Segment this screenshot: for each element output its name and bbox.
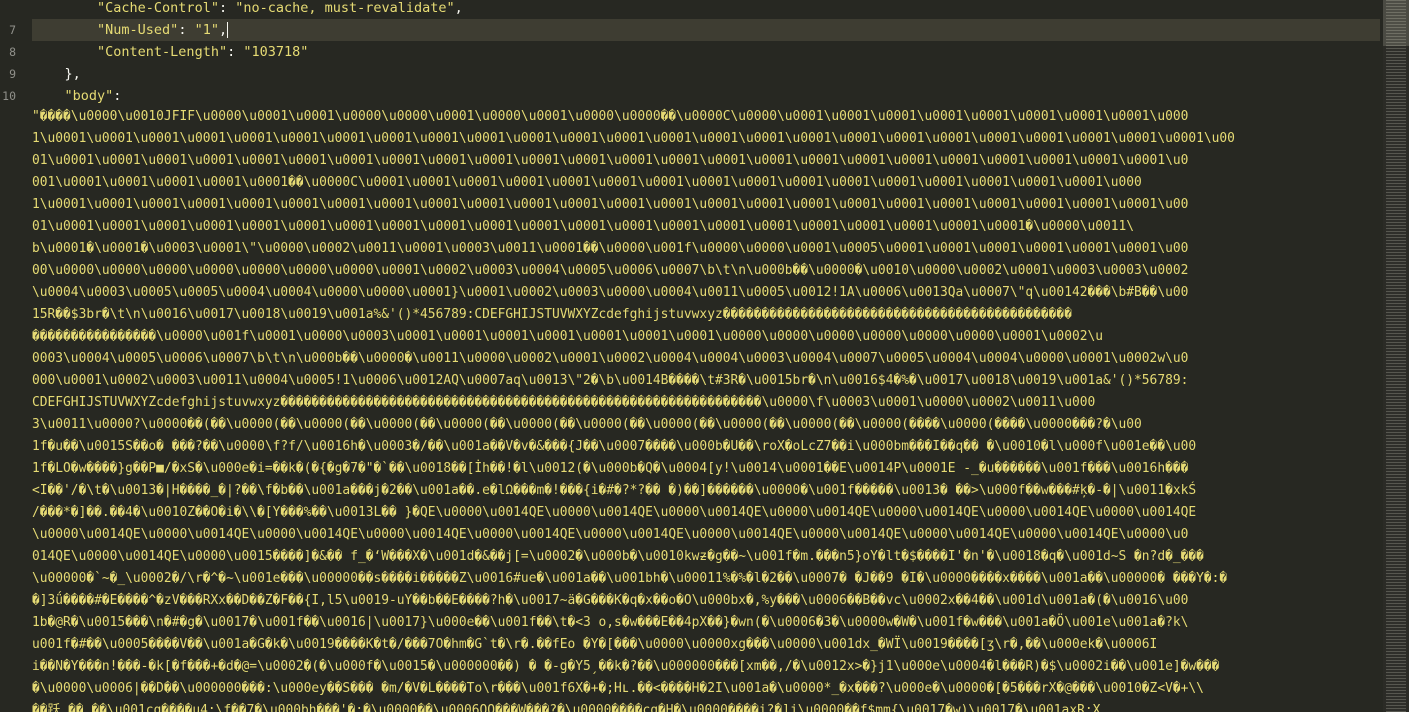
minimap[interactable] — [1383, 0, 1409, 712]
json-key: "body" — [64, 88, 114, 104]
body-wrapped-line: 01\u0001\u0001\u0001\u0001\u0001\u0001\u… — [32, 219, 1135, 234]
body-wrapped-line: 1f�LO�w����}g��P■/�xS�\u000e�i=��k�(�{�g… — [32, 461, 1189, 476]
body-wrapped-line: 3\u0011\u0000?\u0000��(��\u0000(��\u0000… — [32, 417, 1142, 432]
body-wrapped-line: 001\u0001\u0001\u0001\u0001\u0001��\u000… — [32, 175, 1142, 190]
body-wrapped-line: CDEFGHIJSTUVWXYZcdefghijstuvwxyz��������… — [32, 395, 1096, 410]
code-line-content-length: "Content-Length": "103718" — [97, 44, 309, 60]
line-number: 8 — [9, 45, 16, 59]
json-value: "1" — [194, 22, 219, 38]
body-wrapped-line: "����\u0000\u0010JFIF\u0000\u0001\u0001\… — [32, 109, 1189, 124]
code-area[interactable]: "Cache-Control": "no-cache, must-revalid… — [32, 0, 1380, 712]
body-wrapped-line: 1b�@R�\u0015���\n�#�g�\u0017�\u001f��\u0… — [32, 615, 1189, 630]
line-number: 10 — [2, 89, 16, 103]
body-wrapped-line: 000\u0001\u0002\u0003\u0011\u0004\u0005!… — [32, 373, 1189, 388]
body-wrapped-line: 1\u0001\u0001\u0001\u0001\u0001\u0001\u0… — [32, 197, 1189, 212]
body-wrapped-line: 014QE\u0000\u0014QE\u0000\u0015����]�&��… — [32, 549, 1204, 564]
minimap-content — [1386, 0, 1406, 712]
body-wrapped-line: �]3ǘ����#�E����^�zV���RXx��D��Z�F��{I,l5… — [32, 593, 1189, 608]
code-line-body-key: "body": — [64, 88, 122, 104]
body-wrapped-line: <I��'/�\t�\u0013�|H����_�|?��\f�b��\u001… — [32, 483, 1197, 498]
body-wrapped-line: 0003\u0004\u0005\u0006\u0007\b\t\n\u000b… — [32, 351, 1189, 366]
code-line-num-used: "Num-Used": "1", — [32, 19, 1380, 41]
body-wrapped-line: /���*�]��.��4�\u0010Z��O�i�\\�[Y���%��\u… — [32, 505, 1197, 520]
body-wrapped-line: 01\u0001\u0001\u0001\u0001\u0001\u0001\u… — [32, 153, 1189, 168]
json-key: "Content-Length" — [97, 44, 228, 60]
body-wrapped-line: \u0004\u0003\u0005\u0005\u0004\u0004\u00… — [32, 285, 1189, 300]
body-wrapped-line: �\u0000\u0006|��D��\u000000���:\u000ey��… — [32, 681, 1204, 696]
body-wrapped-line: \u0000\u0014QE\u0000\u0014QE\u0000\u0014… — [32, 527, 1189, 542]
body-wrapped-line: \u00000�`~�_\u0002�/\r�^�~\u001e���\u000… — [32, 571, 1228, 586]
code-editor[interactable]: 7 8 9 10 "Cache-Control": "no-cache, mus… — [0, 0, 1409, 712]
body-wrapped-line: ��跃 ��.��\u001cq����u4:\f��7�\u000bh���'… — [32, 703, 1101, 712]
line-number: 7 — [9, 23, 16, 37]
code-line-close-brace: }, — [64, 66, 81, 82]
json-key: "Cache-Control" — [97, 0, 219, 16]
json-key: "Num-Used" — [97, 22, 179, 38]
body-wrapped-line: ����������������\u0000\u001f\u0001\u0000… — [32, 329, 1103, 344]
text-caret — [227, 22, 229, 38]
body-wrapped-line: 00\u0000\u0000\u0000\u0000\u0000\u0000\u… — [32, 263, 1189, 278]
code-line-cache-control: "Cache-Control": "no-cache, must-revalid… — [97, 0, 463, 16]
body-wrapped-line: u001f�#��\u0005����V��\u001a�G�k�\u0019�… — [32, 637, 1158, 652]
minimap-viewport-slider[interactable] — [1383, 0, 1409, 46]
body-wrapped-line: 1f�u��\u0015S��o� ���?��\u0000\f?f/\u001… — [32, 439, 1197, 454]
body-wrapped-line: b\u0001�\u0001�\u0003\u0001\"\u0000\u000… — [32, 241, 1189, 256]
body-wrapped-line: 15R��$3br�\t\n\u0016\u0017\u0018\u0019\u… — [32, 307, 1072, 322]
json-value: "103718" — [243, 44, 309, 60]
line-number-gutter: 7 8 9 10 — [0, 0, 28, 712]
line-number: 9 — [9, 67, 16, 81]
body-wrapped-line: 1\u0001\u0001\u0001\u0001\u0001\u0001\u0… — [32, 131, 1235, 146]
json-value: "no-cache, must-revalidate" — [235, 0, 455, 16]
body-wrapped-line: i��N�Y���n!���-�k[�f���+�d�@=\u0002�(�\u… — [32, 659, 1220, 674]
